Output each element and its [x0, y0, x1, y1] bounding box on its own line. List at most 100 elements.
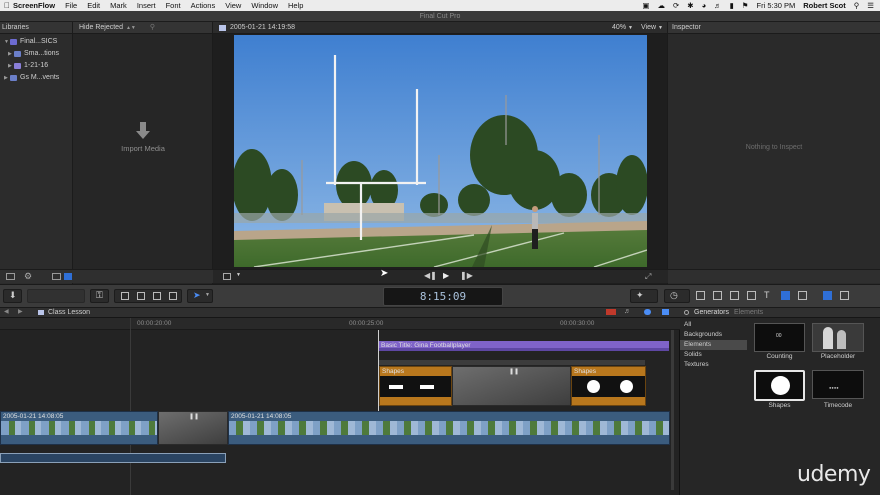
- thumb-label: Timecode: [823, 402, 853, 409]
- gear-icon[interactable]: ⚙: [24, 271, 32, 282]
- photos-icon[interactable]: [696, 291, 705, 300]
- menu-actions[interactable]: Actions: [191, 1, 216, 10]
- menu-view[interactable]: View: [225, 1, 241, 10]
- camera-import-icon[interactable]: [6, 273, 15, 280]
- select-tool-button[interactable]: ➤ ▼: [187, 289, 213, 303]
- menu-help[interactable]: Help: [288, 1, 303, 10]
- transition-clip[interactable]: ❚❚: [452, 366, 571, 406]
- generator-thumb-timecode[interactable]: ●●●●: [812, 370, 864, 399]
- generator-thumb-counting[interactable]: 00: [754, 323, 805, 352]
- user-name[interactable]: Robert Scot: [803, 1, 846, 10]
- view-dropdown[interactable]: View: [641, 22, 656, 34]
- menu-mark[interactable]: Mark: [110, 1, 127, 10]
- chevron-down-icon[interactable]: ▼: [658, 22, 663, 34]
- solo-icon[interactable]: [644, 309, 651, 315]
- library-item[interactable]: ▶ Gs M...vents: [0, 72, 72, 84]
- cloud-icon[interactable]: ☁: [657, 1, 665, 10]
- forward-icon[interactable]: ▶: [18, 308, 23, 315]
- library-item[interactable]: ▶ 1-21-16: [0, 60, 72, 72]
- audio-skim-icon[interactable]: ♬: [624, 308, 631, 315]
- shape-clip[interactable]: Shapes: [571, 366, 646, 406]
- category-elements[interactable]: Elements: [680, 340, 747, 350]
- generator-thumb-placeholder[interactable]: [812, 323, 864, 352]
- previous-frame-icon[interactable]: ◀❚: [424, 271, 437, 280]
- volume-icon[interactable]: ♬: [714, 1, 722, 10]
- transform-icon[interactable]: [223, 273, 231, 280]
- placeholder-people-icon: [837, 330, 846, 349]
- battery-icon[interactable]: ▮: [730, 1, 734, 10]
- chevron-updown-icon[interactable]: ▲▼: [126, 22, 136, 34]
- circle-shape-icon: [620, 380, 633, 393]
- transitions-icon[interactable]: [747, 291, 756, 300]
- circle-shape-icon: [587, 380, 600, 393]
- bar-shape-icon: [420, 385, 434, 389]
- import-button[interactable]: ⬇: [3, 289, 22, 303]
- list-icon[interactable]: ☰: [867, 1, 874, 10]
- list-view-icon[interactable]: [64, 273, 72, 280]
- menu-edit[interactable]: Edit: [87, 1, 100, 10]
- sync-icon[interactable]: ⟳: [673, 1, 679, 10]
- library-item[interactable]: ▼ Final...SICS: [0, 36, 72, 48]
- camera-icon[interactable]: [713, 291, 722, 300]
- clock-text[interactable]: Fri 5:30 PM: [756, 1, 795, 10]
- chevron-down-icon[interactable]: ▼: [236, 272, 241, 278]
- keyword-editor-button[interactable]: ⚿: [90, 289, 109, 303]
- generators-icon[interactable]: [781, 291, 790, 300]
- screen-icon[interactable]: ▣: [642, 1, 649, 10]
- titles-icon[interactable]: T: [764, 291, 773, 300]
- wifi-icon[interactable]: ◕: [702, 1, 707, 10]
- apple-icon[interactable]: : [1, 1, 13, 10]
- category-solids[interactable]: Solids: [680, 350, 747, 360]
- generator-thumb-shapes[interactable]: [754, 370, 805, 401]
- zoom-dropdown[interactable]: 40%: [612, 22, 626, 34]
- tab-elements[interactable]: Elements: [734, 309, 763, 316]
- bluetooth-icon[interactable]: ✱: [687, 1, 693, 10]
- video-clip[interactable]: 2005-01-21 14:08:05: [228, 411, 670, 445]
- enhance-button[interactable]: ✦: [630, 289, 658, 303]
- title-clip[interactable]: Basic Title: Gina Footballplayer: [379, 341, 669, 351]
- menu-app-name[interactable]: ScreenFlow: [13, 1, 55, 10]
- themes-icon[interactable]: [798, 291, 807, 300]
- menu-insert[interactable]: Insert: [137, 1, 156, 10]
- search-icon[interactable]: ⚲: [150, 22, 155, 34]
- search-icon[interactable]: ⚲: [854, 1, 860, 10]
- snapping-icon[interactable]: [662, 309, 669, 315]
- generators-header: Generators Elements: [680, 308, 880, 318]
- shape-clip[interactable]: Shapes: [379, 366, 452, 406]
- chevron-down-icon[interactable]: ▼: [628, 22, 633, 34]
- edit-buttons[interactable]: [114, 289, 182, 303]
- background-tasks-icon[interactable]: [823, 291, 832, 300]
- effects-icon[interactable]: [840, 291, 849, 300]
- video-clip-filmstrip: [229, 421, 669, 435]
- category-backgrounds[interactable]: Backgrounds: [680, 330, 747, 340]
- filmstrip-view-icon[interactable]: [52, 273, 61, 280]
- transition-icon: ❚❚: [509, 369, 520, 375]
- timeline-scrollbar[interactable]: [671, 330, 674, 490]
- skimming-icon[interactable]: [606, 309, 616, 315]
- menu-font[interactable]: Font: [166, 1, 181, 10]
- filter-dropdown[interactable]: Hide Rejected: [79, 22, 123, 34]
- library-item[interactable]: ▶ Sma...tions: [0, 48, 72, 60]
- timeline-ruler[interactable]: 00:00:20:00 00:00:25:00 00:00:30:00: [0, 318, 680, 330]
- category-all[interactable]: All: [680, 320, 747, 330]
- timecode-display[interactable]: 8:15:09: [383, 287, 503, 306]
- viewer-video-frame[interactable]: [234, 35, 647, 267]
- back-icon[interactable]: ◀: [4, 308, 9, 315]
- menu-file[interactable]: File: [65, 1, 77, 10]
- fullscreen-icon[interactable]: ⤢: [645, 272, 651, 282]
- audio-waveform[interactable]: [0, 453, 226, 463]
- next-frame-icon[interactable]: ❚▶: [460, 271, 473, 280]
- flag-icon[interactable]: ⚑: [742, 1, 749, 10]
- play-icon[interactable]: ▶: [443, 271, 449, 280]
- retime-button[interactable]: ◷: [664, 289, 690, 303]
- category-textures[interactable]: Textures: [680, 360, 747, 370]
- libraries-header: Libraries: [0, 22, 72, 34]
- keyword-buttons[interactable]: [27, 289, 85, 303]
- menu-window[interactable]: Window: [251, 1, 278, 10]
- video-clip[interactable]: 2005-01-21 14:08:05: [0, 411, 158, 445]
- import-media-area[interactable]: Import Media: [73, 122, 213, 153]
- ruler-tick-label: 00:00:30:00: [560, 320, 595, 327]
- transition-clip[interactable]: ❚❚: [158, 411, 228, 445]
- tab-generators[interactable]: Generators: [694, 309, 729, 316]
- music-icon[interactable]: [730, 291, 739, 300]
